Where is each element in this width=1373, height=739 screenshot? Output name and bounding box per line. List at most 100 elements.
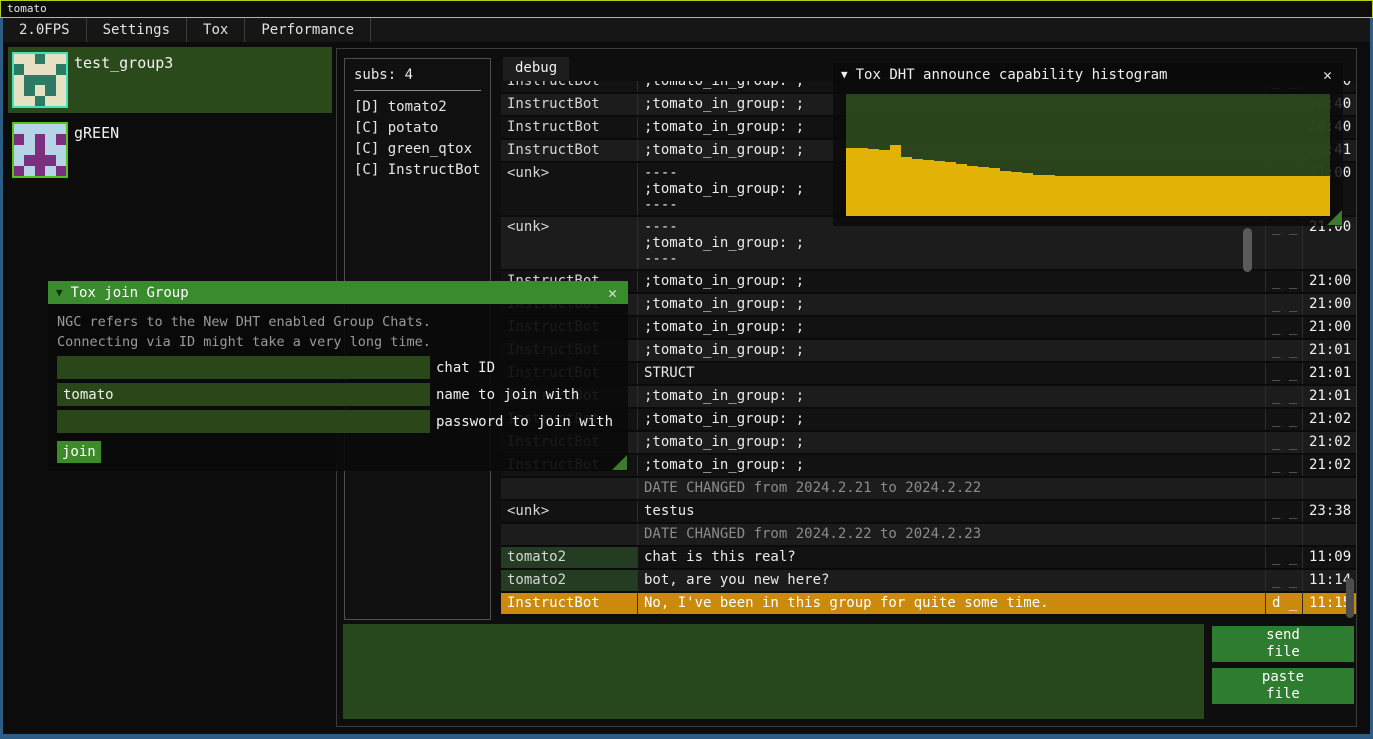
message-status-flags: _ _	[1265, 363, 1302, 384]
histogram-bar	[1132, 176, 1143, 216]
message-text: STRUCT	[638, 363, 1251, 384]
close-icon[interactable]: ✕	[605, 284, 620, 302]
date-separator-row[interactable]: DATE CHANGED from 2024.2.22 to 2024.2.23	[501, 524, 1356, 547]
collapse-arrow-icon[interactable]: ▼	[56, 286, 63, 299]
histogram-bar	[1077, 176, 1088, 216]
message-status-flags: _ _	[1265, 294, 1302, 315]
chat-message-row[interactable]: tomato2bot, are you new here?_ _11:14	[501, 570, 1356, 593]
collapse-arrow-icon[interactable]: ▼	[841, 68, 848, 81]
histogram-bar	[1055, 176, 1066, 216]
avatar-pixel	[56, 75, 66, 85]
chat-message-row[interactable]: InstructBot;tomato_in_group: ;_ _21:02	[501, 409, 1356, 432]
close-icon[interactable]: ✕	[1320, 66, 1335, 84]
send-file-button[interactable]: sendfile	[1212, 626, 1354, 662]
avatar-pixel	[24, 145, 34, 155]
chat-id-input[interactable]	[57, 356, 430, 379]
avatar-pixel	[14, 85, 24, 95]
subscriber-item[interactable]: [D] tomato2	[354, 97, 481, 118]
avatar-pixel	[24, 64, 34, 74]
resize-grip[interactable]	[612, 455, 627, 470]
ngc-note-line1: NGC refers to the New DHT enabled Group …	[57, 312, 628, 332]
group-avatar	[12, 122, 68, 178]
join-name-input[interactable]	[57, 383, 430, 406]
message-timestamp: 21:00	[1302, 271, 1356, 292]
chat-message-row[interactable]: InstructBot;tomato_in_group: ;_ _21:00	[501, 294, 1356, 317]
chat-message-row[interactable]: InstructBot;tomato_in_group: ;_ _21:02	[501, 455, 1356, 478]
scrollbar-gutter	[1251, 363, 1265, 384]
histogram-bar	[945, 162, 956, 216]
histogram-bar	[989, 168, 1000, 216]
subscriber-item[interactable]: [C] InstructBot	[354, 160, 481, 181]
avatar-pixel	[45, 166, 55, 176]
menu-item-performance[interactable]: Performance	[245, 18, 371, 42]
avatar-pixel	[35, 134, 45, 144]
avatar-pixel	[56, 64, 66, 74]
group-row-test_group3[interactable]: test_group3	[8, 47, 332, 113]
message-text: ;tomato_in_group: ;	[638, 455, 1251, 476]
histogram-bar	[1088, 176, 1099, 216]
message-column-scrollbar[interactable]	[1243, 228, 1252, 272]
message-author	[501, 524, 638, 545]
subscriber-item[interactable]: [C] green_qtox	[354, 139, 481, 160]
join-group-window: ▼ Tox join Group ✕ NGC refers to the New…	[48, 281, 628, 471]
join-password-input[interactable]	[57, 410, 430, 433]
chat-message-row[interactable]: InstructBotNo, I've been in this group f…	[501, 593, 1356, 616]
chat-message-row[interactable]: InstructBot;tomato_in_group: ;_ _21:00	[501, 317, 1356, 340]
message-timestamp: 21:02	[1302, 455, 1356, 476]
chat-message-row[interactable]: tomato2chat is this real?_ _11:09	[501, 547, 1356, 570]
join-group-title: Tox join Group	[71, 285, 605, 301]
menu-item-settings[interactable]: Settings	[87, 18, 187, 42]
message-status-flags: _ _	[1265, 547, 1302, 568]
scrollbar-gutter	[1251, 409, 1265, 430]
message-author: tomato2	[501, 547, 638, 568]
histogram-bar	[1099, 176, 1110, 216]
fps-indicator[interactable]: 2.0FPS	[3, 18, 87, 42]
avatar-pixel	[14, 134, 24, 144]
scrollbar-gutter	[1251, 294, 1265, 315]
paste-file-button[interactable]: pastefile	[1212, 668, 1354, 704]
histogram-bar	[1286, 176, 1297, 216]
chat-message-row[interactable]: InstructBot;tomato_in_group: ;_ _21:01	[501, 340, 1356, 363]
histogram-bar	[1121, 176, 1132, 216]
avatar-pixel	[56, 85, 66, 95]
tab-debug[interactable]: debug	[503, 57, 569, 81]
chat-message-row[interactable]: <unk>testus_ _23:38	[501, 501, 1356, 524]
scrollbar-gutter	[1251, 570, 1265, 591]
histogram-bar	[1154, 176, 1165, 216]
avatar-pixel	[24, 75, 34, 85]
avatar-pixel	[14, 75, 24, 85]
avatar-pixel	[35, 54, 45, 64]
message-timestamp: 11:09	[1302, 547, 1356, 568]
histogram-bar	[1033, 175, 1044, 216]
histogram-bar	[1011, 172, 1022, 216]
resize-grip[interactable]	[1327, 210, 1342, 225]
send-file-label-line2: file	[1266, 644, 1300, 660]
subscribers-list: [D] tomato2[C] potato[C] green_qtox[C] I…	[354, 97, 481, 181]
join-button[interactable]: join	[57, 441, 101, 463]
join-group-titlebar[interactable]: ▼ Tox join Group ✕	[48, 281, 628, 304]
histogram-bar	[1209, 176, 1220, 216]
group-row-gREEN[interactable]: gREEN	[8, 117, 332, 183]
message-text: ;tomato_in_group: ;	[638, 340, 1251, 361]
histogram-bar	[967, 166, 978, 216]
histogram-bar	[1220, 176, 1231, 216]
chat-message-row[interactable]: InstructBot;tomato_in_group: ;_ _21:02	[501, 432, 1356, 455]
message-text: testus	[638, 501, 1251, 522]
chat-message-row[interactable]: InstructBotSTRUCT_ _21:01	[501, 363, 1356, 386]
dht-histogram-titlebar[interactable]: ▼ Tox DHT announce capability histogram …	[833, 63, 1343, 86]
chat-scrollbar[interactable]	[1346, 578, 1354, 618]
subscriber-item[interactable]: [C] potato	[354, 118, 481, 139]
date-changed-text: DATE CHANGED from 2024.2.21 to 2024.2.22	[638, 478, 1251, 499]
date-separator-row[interactable]: DATE CHANGED from 2024.2.21 to 2024.2.22	[501, 478, 1356, 501]
message-input[interactable]	[343, 624, 1204, 719]
divider	[354, 90, 481, 91]
avatar-pixel	[24, 124, 34, 134]
avatar-pixel	[24, 166, 34, 176]
chat-message-row[interactable]: InstructBot;tomato_in_group: ;_ _21:01	[501, 386, 1356, 409]
message-status-flags: _ _	[1265, 432, 1302, 453]
chat-message-row[interactable]: InstructBot;tomato_in_group: ;_ _21:00	[501, 271, 1356, 294]
menu-item-tox[interactable]: Tox	[187, 18, 245, 42]
message-text: ;tomato_in_group: ;	[638, 409, 1251, 430]
histogram-bar	[890, 145, 901, 216]
message-timestamp: 21:02	[1302, 432, 1356, 453]
